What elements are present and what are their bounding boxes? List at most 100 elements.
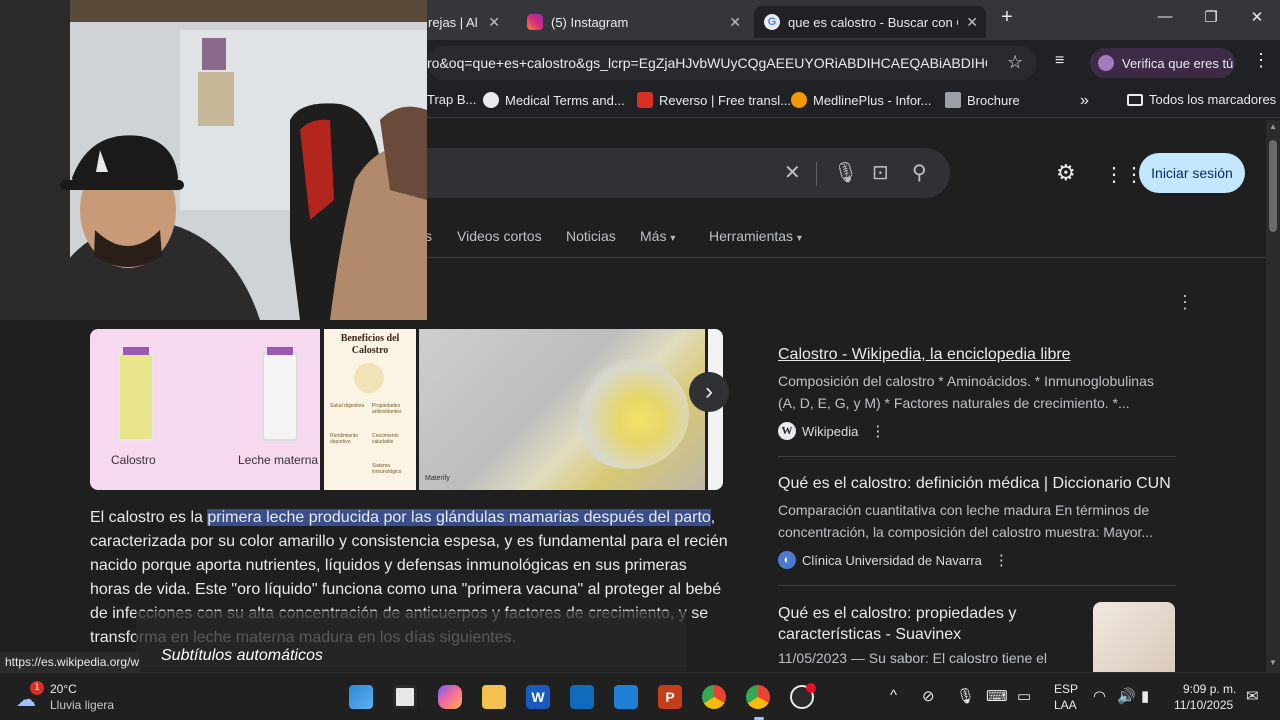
address-bar[interactable]: ro&oq=que+es+calostro&gs_lcrp=EgZjaHJvbW… (427, 46, 1037, 80)
webcam-overlay (0, 0, 427, 320)
instagram-icon (527, 14, 543, 30)
result-title-link[interactable]: Qué es el calostro: propiedades y caract… (778, 603, 1068, 645)
reverso-icon (637, 92, 653, 108)
volume-icon[interactable]: 🔊 (1117, 687, 1136, 705)
profile-icon (1098, 55, 1114, 71)
page-scrollbar[interactable]: ▲ ▼ (1266, 120, 1280, 672)
media-control-icon[interactable]: ≡ (1055, 52, 1064, 70)
scroll-down-icon[interactable]: ▼ (1269, 658, 1277, 667)
answer-pre: El calostro es la (90, 509, 208, 526)
lens-icon[interactable]: ⊡ (872, 160, 889, 185)
more-options-icon[interactable]: ⋮ (870, 422, 885, 440)
captions-label: Subtítulos automáticos (161, 647, 323, 664)
bookmark-item[interactable]: Reverso | Free transl... (637, 92, 791, 108)
mic-icon[interactable]: 🎙 (956, 687, 975, 705)
battery-icon[interactable]: ▮ (1141, 687, 1149, 705)
settings-gear-icon[interactable]: ⚙ (1056, 160, 1076, 186)
tab-noticias[interactable]: Noticias (566, 228, 616, 244)
wifi-icon[interactable]: ◠ (1093, 687, 1106, 705)
word-icon[interactable]: W (526, 685, 550, 709)
all-bookmarks-button[interactable]: Todos los marcadores (1127, 92, 1276, 107)
dropdown-caret-icon: ▾ (796, 233, 802, 244)
windows-taskbar: ☁ 1 20°C Lluvia ligera W P ^ ⊘ 🎙 ⌨ ▭ ESP… (0, 672, 1280, 720)
star-icon[interactable]: ☆ (1007, 52, 1023, 73)
bookmark-item[interactable]: Medical Terms and... (483, 92, 625, 108)
clear-icon[interactable]: ✕ (784, 160, 801, 185)
benefit-label: Sistema inmunológico (372, 463, 402, 475)
yellow-bottle-icon (118, 351, 154, 441)
language-code[interactable]: ESP (1054, 682, 1078, 696)
calendar-icon[interactable] (614, 685, 638, 709)
windows-start-icon[interactable] (349, 685, 373, 709)
close-icon[interactable]: ✕ (729, 14, 741, 31)
task-view-icon[interactable] (393, 685, 417, 709)
bookmark-label: MedlinePlus - Infor... (813, 92, 932, 108)
chrome-icon[interactable] (702, 685, 726, 709)
copilot-icon[interactable] (438, 685, 462, 709)
tab-rejas[interactable]: rejas | Al ✕ (418, 6, 508, 38)
minimize-icon[interactable]: — (1150, 8, 1180, 32)
show-hidden-icons[interactable]: ^ (890, 687, 897, 704)
keyboard-icon[interactable]: ⌨ (986, 687, 1008, 705)
language-layout[interactable]: LAA (1054, 698, 1077, 712)
chrome-profile-icon[interactable] (746, 685, 770, 709)
bookmark-item[interactable]: MedlinePlus - Infor... (791, 92, 932, 108)
result-thumbnail[interactable] (1093, 602, 1175, 672)
tab-google-search[interactable]: G que es calostro - Buscar con Go ✕ (754, 6, 986, 38)
result-title-link[interactable]: Calostro - Wikipedia, la enciclopedia li… (778, 346, 1071, 364)
result-divider (778, 585, 1176, 586)
scroll-up-icon[interactable]: ▲ (1269, 122, 1277, 131)
network-off-icon[interactable]: ⊘ (922, 687, 935, 705)
notifications-icon[interactable]: ✉ (1246, 687, 1259, 705)
weather-widget[interactable]: ☁ 1 (14, 681, 44, 711)
display-icon[interactable]: ▭ (1017, 687, 1031, 705)
tab-instagram[interactable]: (5) Instagram ✕ (517, 6, 749, 38)
search-input[interactable]: ✕ 🎙 ⊡ ⚲ (340, 148, 950, 198)
carousel-next-icon[interactable]: › (689, 372, 729, 412)
more-options-icon[interactable]: ⋮ (1176, 292, 1194, 313)
bookmark-item[interactable]: Trap B... (427, 92, 476, 107)
close-icon[interactable]: ✕ (966, 14, 978, 31)
tab-herramientas-label: Herramientas (709, 228, 794, 244)
bookmark-item[interactable]: Brochure (945, 92, 1020, 108)
bookmark-label: Trap B... (427, 92, 477, 107)
close-window-icon[interactable]: ✕ (1242, 8, 1272, 32)
tab-videos-cortos[interactable]: Videos cortos (457, 228, 542, 244)
more-bookmarks-icon[interactable]: » (1080, 92, 1089, 110)
result-snippet: 11/05/2023 — Su sabor: El calostro tiene… (778, 650, 1048, 666)
cun-icon: ◐ (778, 551, 796, 569)
medical-terms-icon (483, 92, 499, 108)
tab-herramientas[interactable]: Herramientas ▾ (709, 228, 802, 244)
image-carousel: Calostro Leche materna Beneficios del Ca… (90, 329, 723, 490)
clock-time[interactable]: 9:09 p. m. (1183, 682, 1236, 696)
image-beneficios[interactable]: Beneficios del Calostro Salud digestiva … (324, 329, 416, 490)
result-divider (778, 456, 1176, 457)
tab-label: rejas | Al (428, 14, 478, 30)
bookmark-label: Brochure (967, 92, 1020, 108)
store-icon[interactable] (570, 685, 594, 709)
image-calostro-vs-leche[interactable]: Calostro Leche materna (90, 329, 320, 490)
result-title-link[interactable]: Qué es el calostro: definición médica | … (778, 475, 1171, 493)
maximize-icon[interactable]: ❐ (1196, 8, 1226, 32)
bookmark-label: Medical Terms and... (505, 92, 625, 108)
image-colostrum-cup[interactable]: Materify (419, 329, 705, 490)
powerpoint-icon[interactable]: P (658, 685, 682, 709)
result-source[interactable]: ◐ Clínica Universidad de Navarra ⋮ (778, 551, 1009, 569)
search-icon[interactable]: ⚲ (912, 160, 927, 185)
result-source[interactable]: W Wikipedia ⋮ (778, 422, 885, 440)
tab-mas[interactable]: Más ▾ (640, 228, 675, 244)
link-status-url: https://es.wikipedia.org/w (0, 652, 140, 672)
microphone-icon[interactable]: 🎙 (833, 160, 858, 185)
clock-date[interactable]: 11/10/2025 (1174, 698, 1233, 712)
live-captions-box: Subtítulos automáticos (136, 611, 686, 671)
close-icon[interactable]: ✕ (488, 14, 500, 31)
menu-kebab-icon[interactable]: ⋮ (1252, 50, 1270, 71)
weather-desc: Lluvia ligera (50, 698, 115, 712)
more-options-icon[interactable]: ⋮ (994, 551, 1009, 569)
image-title: Beneficios del Calostro (340, 333, 400, 356)
verify-profile-button[interactable]: Verifica que eres tú (1090, 48, 1235, 78)
signin-button[interactable]: Iniciar sesión (1139, 153, 1245, 193)
file-explorer-icon[interactable] (482, 685, 506, 709)
scroll-thumb[interactable] (1269, 140, 1277, 232)
new-tab-button[interactable]: + (992, 6, 1022, 30)
